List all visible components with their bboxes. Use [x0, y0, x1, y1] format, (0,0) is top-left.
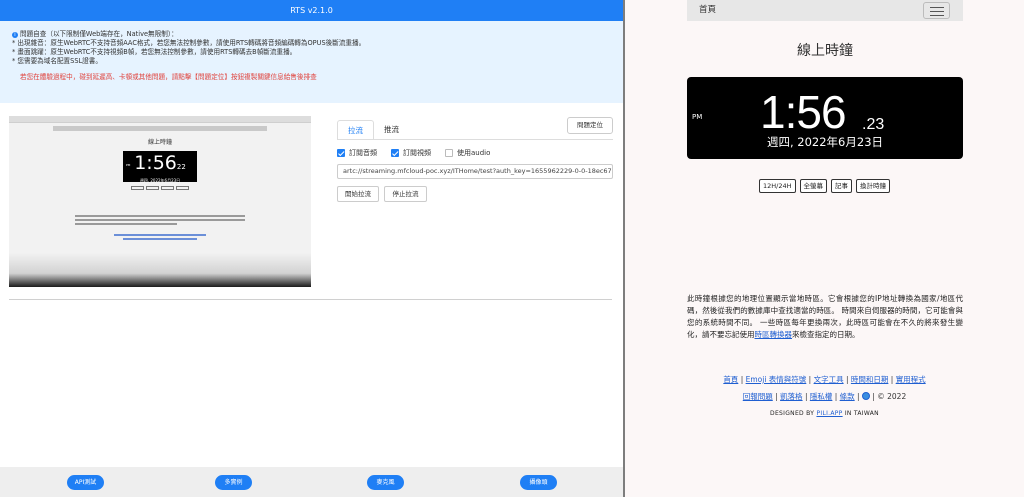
tab-pull[interactable]: 拉流	[337, 120, 374, 140]
change-clock-button[interactable]: 換計時鐘	[856, 179, 890, 193]
globe-icon[interactable]	[861, 392, 870, 400]
online-clock-page: 首頁 線上時鐘 PM 1:56 .23 週四, 2022年6月23日 12H/2…	[625, 0, 1024, 497]
hamburger-menu-icon[interactable]	[923, 2, 950, 19]
stream-url-input[interactable]: artc://streaming.mfcloud-poc.xyz/ITHome/…	[337, 164, 613, 179]
checkbox-unchecked-icon	[445, 149, 453, 157]
tab-push[interactable]: 推流	[374, 120, 409, 140]
checkbox-checked-icon	[391, 149, 399, 157]
microphone-button[interactable]: 麥克風	[367, 475, 404, 490]
preview-nav	[53, 126, 267, 131]
clock-ampm: PM	[692, 113, 703, 121]
preview-text	[75, 215, 245, 225]
notice-line: * 您需要為域名配置SSL證書。	[12, 57, 102, 65]
screen: RTS v2.1.0 i 問題自查（以下限制僅Web端存在，Native無限制）：…	[0, 0, 1024, 497]
tab-bar: 拉流 推流	[337, 120, 409, 140]
preview-links	[114, 234, 206, 240]
footer-link-text-tools[interactable]: 文字工具	[814, 375, 844, 384]
section-divider	[9, 299, 612, 300]
use-audio-checkbox[interactable]: 使用audio	[445, 148, 490, 158]
notice-line: * 出現雜音：原生WebRTC不支持音頻AAC格式，若您無法控制參數，請使用RT…	[12, 39, 366, 47]
notice-line: i 問題自查（以下限制僅Web端存在，Native無限制）：	[12, 30, 611, 39]
toggle-12-24-button[interactable]: 12H/24H	[758, 179, 796, 193]
footer-link-home[interactable]: 首頁	[723, 375, 738, 384]
footer-link-terms[interactable]: 條款	[840, 392, 855, 401]
fullscreen-button[interactable]: 全螢幕	[799, 179, 827, 193]
api-test-button[interactable]: API測試	[67, 475, 104, 490]
preview-clock: PM 1:5622 週四, 2022年6月23日	[123, 151, 197, 183]
notice-line: * 畫面跳躍：原生WebRTC不支持視頻B幀，若您無法控制參數，請使用RTS轉碼…	[12, 48, 297, 56]
clock-time: 1:56	[760, 86, 847, 138]
brand-link[interactable]: PILI.APP	[816, 410, 842, 417]
preview-ampm: PM	[126, 163, 131, 167]
footer-link-emoji[interactable]: Emoji 表情與符號	[746, 375, 807, 384]
top-navbar: 首頁	[687, 0, 963, 21]
preview-browser-bar	[9, 116, 311, 123]
timezone-converter-link[interactable]: 時區轉換器	[755, 330, 793, 339]
notes-button[interactable]: 記事	[831, 179, 852, 193]
footer-link-privacy[interactable]: 隱私權	[810, 392, 833, 401]
page-title: 線上時鐘	[797, 43, 853, 59]
footer-link-utilities[interactable]: 實用程式	[896, 375, 926, 384]
stop-pull-button[interactable]: 停止拉流	[384, 186, 427, 202]
preview-buttons	[130, 186, 190, 190]
description-text: 此時鐘根據您的地理位置顯示當地時區。它會根據您的IP地址轉換為國家/地區代碼，然…	[687, 294, 963, 339]
footer-link-report[interactable]: 回報問題	[743, 392, 773, 401]
subscribe-video-checkbox[interactable]: 訂閱視頻	[391, 148, 431, 158]
clock-seconds: .23	[862, 116, 885, 133]
warning-text: 若您在體驗過程中，碰到延遲高、卡頓或其他問題，請點擊【問題定位】按鈕複製關鍵信息…	[20, 73, 317, 81]
camera-button[interactable]: 攝像頭	[520, 475, 557, 490]
stream-preview-video[interactable]: 線上時鐘 PM 1:5622 週四, 2022年6月23日	[9, 116, 311, 287]
footer-link-blog[interactable]: 凱落格	[780, 392, 803, 401]
app-title: RTS v2.1.0	[290, 6, 333, 15]
tab-divider	[337, 139, 613, 140]
designed-by: DESIGNED BY PILI.APP IN TAIWAN	[770, 410, 879, 417]
start-pull-button[interactable]: 開始拉流	[337, 186, 379, 202]
nav-home-link[interactable]: 首頁	[699, 0, 716, 21]
clock-controls: 12H/24H 全螢幕 記事 換計時鐘	[625, 179, 1024, 193]
footer-links: 首頁 | Emoji 表情與符號 | 文字工具 | 時間和日期 | 實用程式	[723, 375, 926, 384]
preview-time: 1:5622	[134, 152, 186, 174]
clock-date: 週四, 2022年6月23日	[766, 135, 884, 149]
copyright: | © 2022	[872, 392, 907, 401]
preview-title: 線上時鐘	[147, 139, 172, 146]
footer-links-secondary: 回報問題 | 凱落格 | 隱私權 | 條款 | | © 2022	[742, 392, 907, 401]
footer-link-time-date[interactable]: 時間和日期	[851, 375, 889, 384]
checkbox-checked-icon	[337, 149, 345, 157]
info-icon: i	[12, 32, 18, 38]
app-title-bar: RTS v2.1.0	[0, 0, 623, 21]
clock-display: PM 1:56 .23 週四, 2022年6月23日	[687, 77, 963, 159]
bottom-toolbar: API測試 多實例 麥克風 攝像頭	[0, 467, 623, 497]
multi-instance-button[interactable]: 多實例	[215, 475, 252, 490]
subscribe-audio-checkbox[interactable]: 訂閱音頻	[337, 148, 377, 158]
notice-panel: i 問題自查（以下限制僅Web端存在，Native無限制）： * 出現雜音：原生W…	[0, 21, 623, 103]
problem-locate-button[interactable]: 問題定位	[567, 117, 613, 134]
subscribe-options: 訂閱音頻 訂閱視頻 使用audio	[337, 148, 504, 158]
rts-demo-pane: RTS v2.1.0 i 問題自查（以下限制僅Web端存在，Native無限制）：…	[0, 0, 623, 497]
preview-date: 週四, 2022年6月23日	[139, 178, 181, 183]
